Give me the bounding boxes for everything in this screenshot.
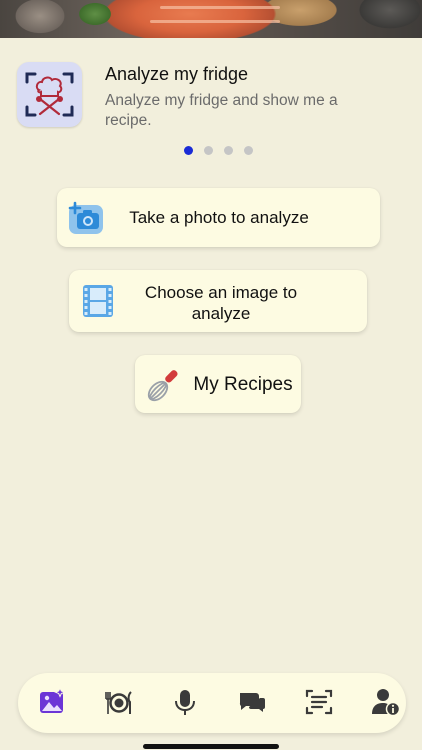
whisk-icon: [144, 365, 184, 410]
feature-subtitle: Analyze my fridge and show me a recipe.: [105, 92, 338, 129]
hero-food-image: [0, 0, 422, 38]
hero-decoration: [150, 20, 280, 23]
person-info-icon: [372, 689, 401, 717]
choose-image-label: Choose an image to analyze: [144, 283, 298, 323]
home-indicator: [143, 744, 279, 749]
tab-image-analyze[interactable]: [37, 686, 67, 717]
film-icon: [82, 284, 114, 323]
microphone-icon: [175, 690, 195, 715]
page-dot[interactable]: [224, 146, 233, 155]
my-recipes-label: My Recipes: [193, 374, 293, 395]
page-dot[interactable]: [204, 146, 213, 155]
tab-meals[interactable]: [104, 687, 134, 717]
chat-bubbles-icon: [239, 693, 265, 712]
chef-scan-icon: [17, 62, 82, 127]
choose-image-button[interactable]: Choose an image to analyze: [69, 270, 367, 332]
tab-account[interactable]: [371, 687, 401, 717]
feature-title: Analyze my fridge: [105, 64, 249, 84]
document-scan-icon: [305, 689, 333, 715]
take-photo-button[interactable]: Take a photo to analyze: [57, 188, 380, 247]
page-dot[interactable]: [244, 146, 253, 155]
tab-chat[interactable]: [237, 687, 267, 717]
hero-decoration: [160, 6, 280, 9]
take-photo-label: Take a photo to analyze: [129, 208, 309, 227]
tab-scan-text[interactable]: [304, 687, 334, 717]
camera-add-icon: [68, 201, 104, 240]
my-recipes-button[interactable]: My Recipes: [135, 355, 301, 413]
image-sparkle-icon: [40, 686, 66, 713]
tab-voice[interactable]: [170, 687, 200, 717]
bottom-tab-bar: [18, 673, 406, 733]
page-dot-active[interactable]: [184, 146, 193, 155]
feature-card[interactable]: Analyze my fridge Analyze my fridge and …: [17, 62, 407, 142]
plate-utensils-icon: [105, 691, 132, 714]
